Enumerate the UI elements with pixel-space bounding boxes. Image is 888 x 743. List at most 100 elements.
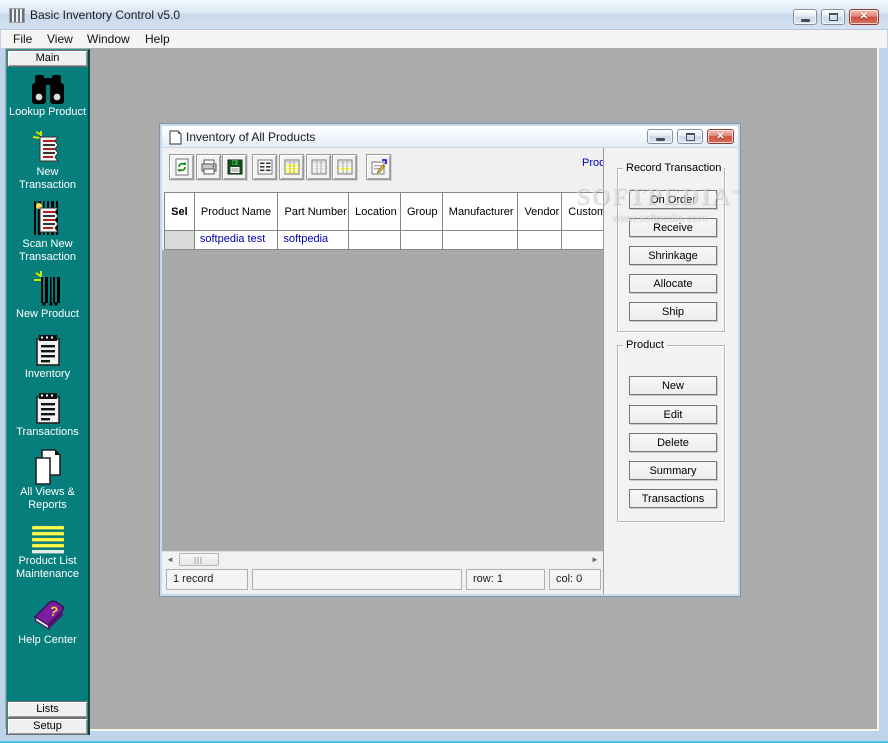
on-order-button[interactable]: On Order: [629, 190, 717, 209]
table-row[interactable]: softpedia test softpedia: [165, 231, 603, 249]
column-header-manufacturer[interactable]: Manufacturer: [443, 193, 519, 230]
maximize-icon: [829, 13, 838, 21]
cell-manufacturer[interactable]: [443, 231, 519, 249]
minimize-icon: [656, 138, 665, 141]
sidebar-item-product-list-maintenance[interactable]: Product List Maintenance: [7, 524, 88, 581]
save-button[interactable]: [222, 154, 247, 180]
status-bar: 1 record row: 1 col: 0: [162, 566, 603, 594]
allocate-button[interactable]: Allocate: [629, 274, 717, 293]
record-transaction-group-title: Record Transaction: [623, 162, 724, 174]
refresh-button[interactable]: [169, 154, 194, 180]
cell-group[interactable]: [401, 231, 443, 249]
product-link[interactable]: Product: [582, 157, 603, 169]
inventory-window-titlebar[interactable]: Inventory of All Products ✕: [162, 126, 738, 148]
sidebar-main-button[interactable]: Main: [7, 50, 88, 67]
menu-view[interactable]: View: [44, 32, 76, 46]
save-icon: [226, 158, 244, 176]
main-titlebar[interactable]: Basic Inventory Control v5.0 ✕: [0, 0, 888, 30]
close-icon: ✕: [716, 132, 724, 142]
striped-list-icon: [30, 524, 66, 554]
sidebar-item-new-product[interactable]: New Product: [7, 271, 88, 321]
scroll-right-arrow-icon[interactable]: ►: [588, 553, 602, 566]
column-header-vendor[interactable]: Vendor: [518, 193, 562, 230]
receive-button[interactable]: Receive: [629, 218, 717, 237]
menu-help[interactable]: Help: [142, 32, 173, 46]
column-header-sel[interactable]: Sel: [165, 193, 195, 230]
horizontal-scrollbar[interactable]: ◄ ►: [162, 551, 603, 566]
sidebar-item-lookup-product[interactable]: Lookup Product: [7, 75, 88, 119]
sidebar-item-all-views-reports[interactable]: All Views & Reports: [7, 449, 88, 512]
sidebar-item-label: Transactions: [9, 426, 87, 439]
sidebar-item-label: Lookup Product: [9, 106, 87, 119]
inventory-window-title: Inventory of All Products: [186, 130, 315, 144]
summary-button[interactable]: Summary: [629, 461, 717, 480]
inventory-toolbar: Product: [162, 148, 603, 186]
restore-icon: [686, 133, 695, 141]
product-transactions-button[interactable]: Transactions: [629, 489, 717, 508]
properties-button[interactable]: [366, 154, 391, 180]
scrollbar-thumb[interactable]: [179, 553, 219, 566]
sidebar-item-help-center[interactable]: ? Help Center: [7, 595, 88, 647]
column-header-part-number[interactable]: Part Number: [278, 193, 349, 230]
notepad-icon: [34, 393, 62, 425]
column-header-customer[interactable]: Customer: [562, 193, 603, 230]
sidebar-item-label: Product List Maintenance: [9, 555, 87, 581]
grid-plain-button[interactable]: [306, 154, 331, 180]
inventory-table-zone: Sel Product Name Part Number Location Gr…: [162, 186, 603, 551]
column-header-group[interactable]: Group: [401, 193, 443, 230]
cell-part-number[interactable]: softpedia: [278, 231, 349, 249]
column-header-location[interactable]: Location: [349, 193, 401, 230]
grid-row-icon: [336, 158, 354, 176]
column-header-product-name[interactable]: Product Name: [195, 193, 279, 230]
shrinkage-button[interactable]: Shrinkage: [629, 246, 717, 265]
binoculars-icon: [31, 75, 65, 105]
child-minimize-button[interactable]: [647, 129, 673, 144]
sidebar-lists-button[interactable]: Lists: [7, 701, 88, 718]
delete-product-button[interactable]: Delete: [629, 433, 717, 452]
child-close-button[interactable]: ✕: [707, 129, 734, 144]
sidebar-item-label: New Transaction: [9, 166, 87, 192]
sidebar-item-new-transaction[interactable]: New Transaction: [7, 131, 88, 192]
product-group-title: Product: [623, 339, 667, 351]
new-product-button[interactable]: New: [629, 376, 717, 395]
sidebar: Main Lookup Product: [6, 49, 90, 735]
refresh-icon: [173, 158, 191, 176]
ship-button[interactable]: Ship: [629, 302, 717, 321]
sidebar-item-label: Scan New Transaction: [9, 238, 87, 264]
scan-receipt-icon: [30, 199, 66, 237]
list-view-icon: [256, 158, 274, 176]
grid-row-button[interactable]: [332, 154, 357, 180]
scroll-left-arrow-icon[interactable]: ◄: [163, 553, 177, 566]
close-button[interactable]: ✕: [849, 9, 879, 25]
sidebar-item-label: New Product: [9, 308, 87, 321]
cell-location[interactable]: [349, 231, 401, 249]
minimize-icon: [801, 19, 810, 22]
cell-sel[interactable]: [165, 231, 195, 249]
grid-highlight-button[interactable]: [279, 154, 304, 180]
new-receipt-icon: [32, 131, 64, 165]
edit-product-button[interactable]: Edit: [629, 405, 717, 424]
status-record-count: 1 record: [166, 569, 248, 590]
sidebar-item-inventory[interactable]: Inventory: [7, 335, 88, 381]
child-restore-button[interactable]: [677, 129, 703, 144]
sidebar-item-label: All Views & Reports: [9, 486, 87, 512]
cell-customer[interactable]: [562, 231, 603, 249]
menu-file[interactable]: File: [10, 32, 35, 46]
menu-window[interactable]: Window: [84, 32, 133, 46]
maximize-button[interactable]: [821, 9, 845, 25]
print-button[interactable]: [196, 154, 221, 180]
sidebar-item-transactions[interactable]: Transactions: [7, 393, 88, 439]
cell-product-name[interactable]: softpedia test: [195, 231, 279, 249]
table-header-row: Sel Product Name Part Number Location Gr…: [165, 193, 603, 231]
sidebar-setup-button[interactable]: Setup: [7, 718, 88, 735]
inventory-table: Sel Product Name Part Number Location Gr…: [164, 192, 603, 250]
sidebar-item-scan-new-transaction[interactable]: Scan New Transaction: [7, 199, 88, 264]
list-view-button[interactable]: [252, 154, 277, 180]
minimize-button[interactable]: [793, 9, 817, 25]
application-window: Basic Inventory Control v5.0 ✕ File View…: [0, 0, 888, 743]
cell-vendor[interactable]: [518, 231, 562, 249]
status-spare-panel: [252, 569, 462, 590]
status-row-indicator: row: 1: [466, 569, 545, 590]
new-barcode-icon: [33, 271, 63, 307]
grip-icon: [195, 557, 204, 564]
